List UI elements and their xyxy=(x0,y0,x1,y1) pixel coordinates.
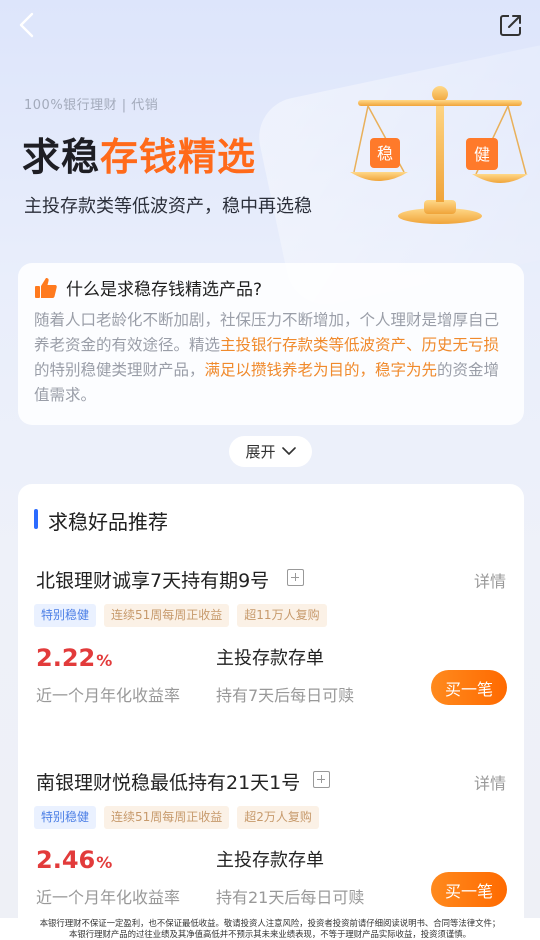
share-external-icon[interactable] xyxy=(498,12,524,38)
product-type: 主投存款存单 xyxy=(216,850,324,871)
chevron-down-icon xyxy=(281,447,296,455)
disclaimer-line-2: 本银行理财产品的过往业绩及其净值高低并不预示其未来业绩表现，不等于理财产品实际收… xyxy=(69,928,471,939)
top-bar xyxy=(0,0,540,56)
info-card: 什么是求稳存钱精选产品? 随着人口老龄化不断加剧，社保压力不断增加，个人理财是增… xyxy=(18,263,524,425)
redeem-rule: 持有7天后每日可赎 xyxy=(216,686,355,705)
rate-number: 2.46 xyxy=(36,846,96,874)
risk-disclaimer: 本银行理财不保证一定盈利，也不保证最低收益。敬请投资人注意风险，投资者投资前请仔… xyxy=(0,918,540,940)
info-text-2: 的特别稳健类理财产品， xyxy=(34,361,205,379)
tag-list: 特别稳健 连续51周每周正收益 超11万人复购 xyxy=(34,604,327,627)
disclaimer-line-1: 本银行理财不保证一定盈利，也不保证最低收益。敬请投资人注意风险，投资者投资前请仔… xyxy=(39,918,501,928)
page-title: 求稳存钱精选 xyxy=(22,126,256,181)
redeem-rule: 持有21天后每日可赎 xyxy=(216,888,365,907)
detail-link[interactable]: 详情 xyxy=(474,568,506,592)
buy-button[interactable]: 买一笔 xyxy=(431,872,507,907)
expand-label: 展开 xyxy=(245,443,276,461)
rate-unit: % xyxy=(96,853,113,872)
info-body: 随着人口老龄化不断加剧，社保压力不断增加，个人理财是增厚自己养老资金的有效途径。… xyxy=(34,308,508,408)
add-watchlist-icon[interactable] xyxy=(313,771,330,788)
recommend-card: 求稳好品推荐 北银理财诚享7天持有期9号 详情 特别稳健 连续51周每周正收益 … xyxy=(18,484,524,940)
add-watchlist-icon[interactable] xyxy=(287,569,304,586)
thumbs-up-icon xyxy=(35,277,57,298)
rate-number: 2.22 xyxy=(36,644,96,672)
chevron-left-icon[interactable] xyxy=(14,10,40,40)
info-highlight-1: 主投银行存款类等低波资产、历史无亏损 xyxy=(220,336,500,354)
info-header: 什么是求稳存钱精选产品? xyxy=(34,275,508,300)
rate-value: 2.22% xyxy=(36,644,112,672)
scale-left-char: 稳 xyxy=(377,144,393,163)
rate-unit: % xyxy=(96,651,113,670)
sub-brand: 100%银行理财 | 代销 xyxy=(24,98,159,113)
product-name: 北银理财诚享7天持有期9号 xyxy=(36,570,270,592)
section-accent-bar xyxy=(34,509,38,529)
tag-repurchase: 超11万人复购 xyxy=(237,604,327,627)
scale-right-char: 健 xyxy=(474,145,490,164)
rate-label: 近一个月年化收益率 xyxy=(36,686,181,705)
buy-button[interactable]: 买一笔 xyxy=(431,670,507,705)
tag-return-streak: 连续51周每周正收益 xyxy=(104,604,230,627)
tag-list: 特别稳健 连续51周每周正收益 超2万人复购 xyxy=(34,806,319,829)
info-title: 什么是求稳存钱精选产品? xyxy=(66,280,263,300)
tag-risk: 特别稳健 xyxy=(34,604,97,627)
product-type: 主投存款存单 xyxy=(216,648,324,669)
expand-button[interactable]: 展开 xyxy=(229,436,312,467)
recommend-title: 求稳好品推荐 xyxy=(48,510,168,534)
balance-scale-illustration: 稳 健 xyxy=(350,86,528,224)
title-part-dark: 求稳 xyxy=(22,135,101,179)
product-card[interactable]: 南银理财悦稳最低持有21天1号 详情 特别稳健 连续51周每周正收益 超2万人复… xyxy=(18,768,524,940)
detail-link[interactable]: 详情 xyxy=(474,770,506,794)
product-name: 南银理财悦稳最低持有21天1号 xyxy=(36,772,301,794)
tag-repurchase: 超2万人复购 xyxy=(237,806,319,829)
title-part-orange: 存钱精选 xyxy=(100,135,257,179)
info-highlight-2: 满足以攒钱养老为目的，稳字为先 xyxy=(204,361,438,379)
tag-return-streak: 连续51周每周正收益 xyxy=(104,806,230,829)
rate-label: 近一个月年化收益率 xyxy=(36,888,181,907)
rate-value: 2.46% xyxy=(36,846,112,874)
tag-risk: 特别稳健 xyxy=(34,806,97,829)
product-card[interactable]: 北银理财诚享7天持有期9号 详情 特别稳健 连续51周每周正收益 超11万人复购… xyxy=(18,566,524,746)
hero-subtitle: 主投存款类等低波资产，稳中再选稳 xyxy=(24,196,312,217)
